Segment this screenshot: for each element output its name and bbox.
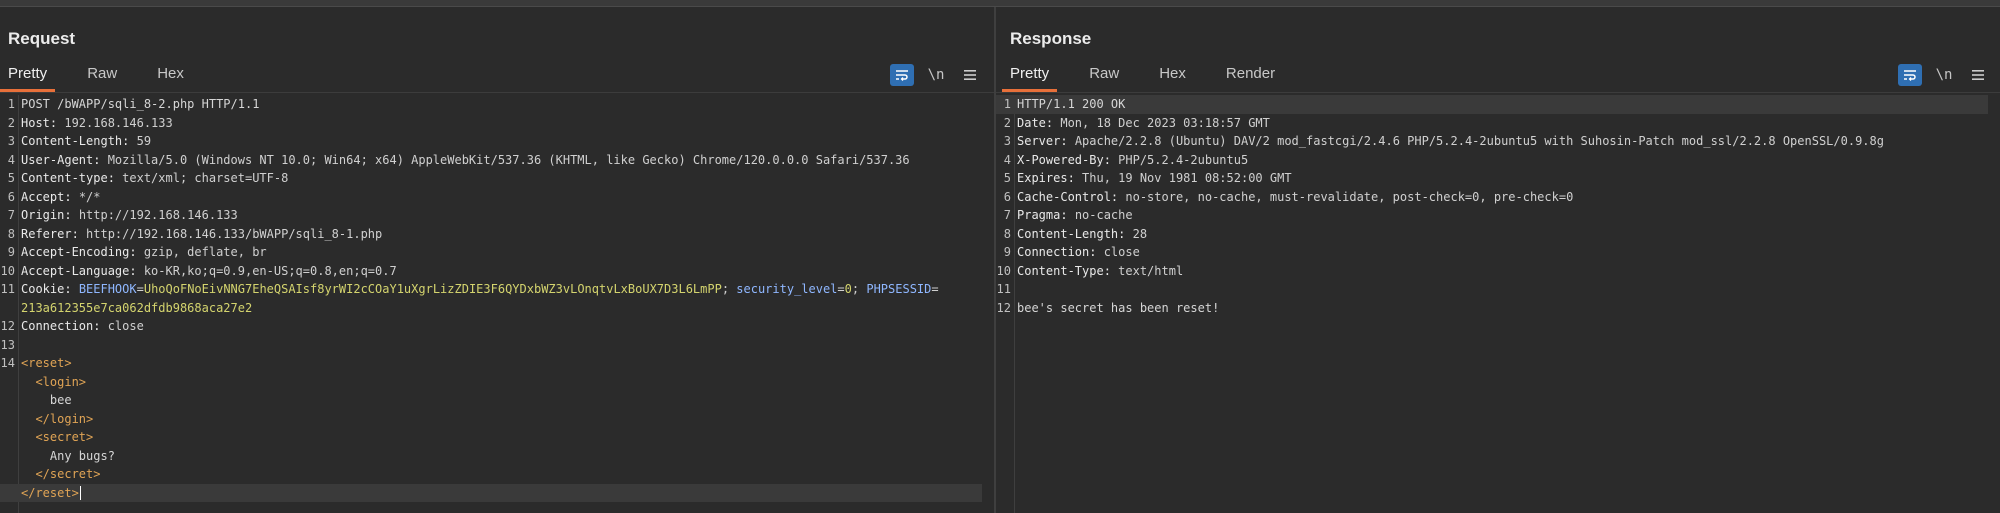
code-line: 11 [996, 282, 1011, 296]
header-line: 10 Accept-Language: ko-KR,ko;q=0.9,en-US;… [0, 263, 397, 278]
header-line: 8 Content-Length: 28 [1003, 226, 1148, 241]
header-line: 2 Date: Mon, 18 Dec 2023 03:18:57 GMT [1003, 115, 1270, 130]
request-tools: \n [890, 63, 982, 87]
tabs-divider [996, 92, 2000, 93]
xml-line: bee [21, 393, 72, 407]
header-line: 9 Connection: close [1003, 245, 1140, 259]
tab-pretty[interactable]: Pretty [0, 59, 56, 92]
current-line: </reset> [0, 483, 982, 502]
request-tabs: Pretty Raw Hex [0, 59, 216, 92]
newline-toggle[interactable]: \n [1932, 64, 1956, 86]
response-title: Response [1010, 29, 1092, 48]
tab-hex[interactable]: Hex [149, 59, 192, 89]
header-line: 10 Content-Type: text/html [996, 263, 1184, 278]
top-border [0, 0, 2000, 7]
response-tabs: Pretty Raw Hex Render [1002, 59, 1307, 92]
tab-pretty[interactable]: Pretty [1002, 59, 1058, 92]
hamburger-menu-icon[interactable] [958, 64, 982, 86]
header-line: 9 Accept-Encoding: gzip, deflate, br [7, 245, 267, 259]
hamburger-menu-icon[interactable] [1966, 64, 1990, 86]
wrap-lines-icon[interactable] [890, 64, 914, 86]
tab-render[interactable]: Render [1218, 59, 1283, 89]
request-editor[interactable]: 1 POST /bWAPP/sqli_8-2.php HTTP/1.1 2 Host… [0, 95, 994, 513]
newline-toggle[interactable]: \n [924, 64, 948, 86]
header-line: 6 Accept: */* [7, 189, 101, 204]
header-line: 12 Connection: close [0, 319, 144, 333]
current-line: 1 HTTP/1.1 200 OK [996, 95, 1988, 114]
tab-raw[interactable]: Raw [79, 59, 125, 89]
response-pane: Response Pretty Raw Hex Render \n 1 HTTP/1.1… [996, 7, 2000, 513]
xml-line: 14 <reset> [0, 356, 72, 370]
header-line: 5 Expires: Thu, 19 Nov 1981 08:52:00 GMT [1003, 171, 1292, 185]
xml-line: Any bugs? [21, 448, 115, 463]
request-title: Request [8, 29, 76, 48]
request-pane: Request Pretty Raw Hex \n 1 POST /bWAPP/sql… [0, 7, 994, 513]
header-line: 5 Content-type: text/xml; charset=UTF-8 [7, 171, 289, 185]
cookie-line: 11 Cookie: BEEFHOOK=UhoQoFNoEivNNG7EheQSA… [0, 282, 939, 296]
text-caret [79, 486, 81, 500]
tabs-divider [0, 92, 994, 93]
tab-raw[interactable]: Raw [1081, 59, 1127, 89]
cookie-line-wrap: 213a612355e7ca062dfdb9868aca27e2 [21, 300, 253, 315]
tab-hex[interactable]: Hex [1151, 59, 1194, 89]
response-body-line: 12 bee's secret has been reset! [996, 300, 1220, 315]
header-line: 2 Host: 192.168.146.133 [7, 115, 173, 130]
xml-line: <login> [21, 374, 87, 389]
header-line: 8 Referer: http://192.168.146.133/bWAPP/s… [7, 226, 383, 241]
xml-line: </secret> [21, 467, 101, 481]
code-line: 1 POST /bWAPP/sqli_8-2.php HTTP/1.1 [7, 97, 260, 111]
header-line: 4 User-Agent: Mozilla/5.0 (Windows NT 10.… [7, 152, 910, 167]
header-line: 7 Pragma: no-cache [1003, 208, 1133, 222]
code-line: 13 [0, 337, 15, 352]
xml-line: </login> [21, 411, 94, 426]
header-line: 7 Origin: http://192.168.146.133 [7, 208, 238, 222]
response-tools: \n [1898, 63, 1990, 87]
header-line: 4 X-Powered-By: PHP/5.2.4-2ubuntu5 [1003, 152, 1249, 167]
header-line: 3 Content-Length: 59 [7, 134, 152, 148]
response-editor[interactable]: 1 HTTP/1.1 200 OK 2 Date: Mon, 18 Dec 2023… [996, 95, 2000, 513]
header-line: 6 Cache-Control: no-store, no-cache, must… [1003, 189, 1574, 204]
xml-line: <secret> [21, 430, 94, 444]
header-line: 3 Server: Apache/2.2.8 (Ubuntu) DAV/2 mod… [1003, 134, 1884, 148]
wrap-lines-icon[interactable] [1898, 64, 1922, 86]
